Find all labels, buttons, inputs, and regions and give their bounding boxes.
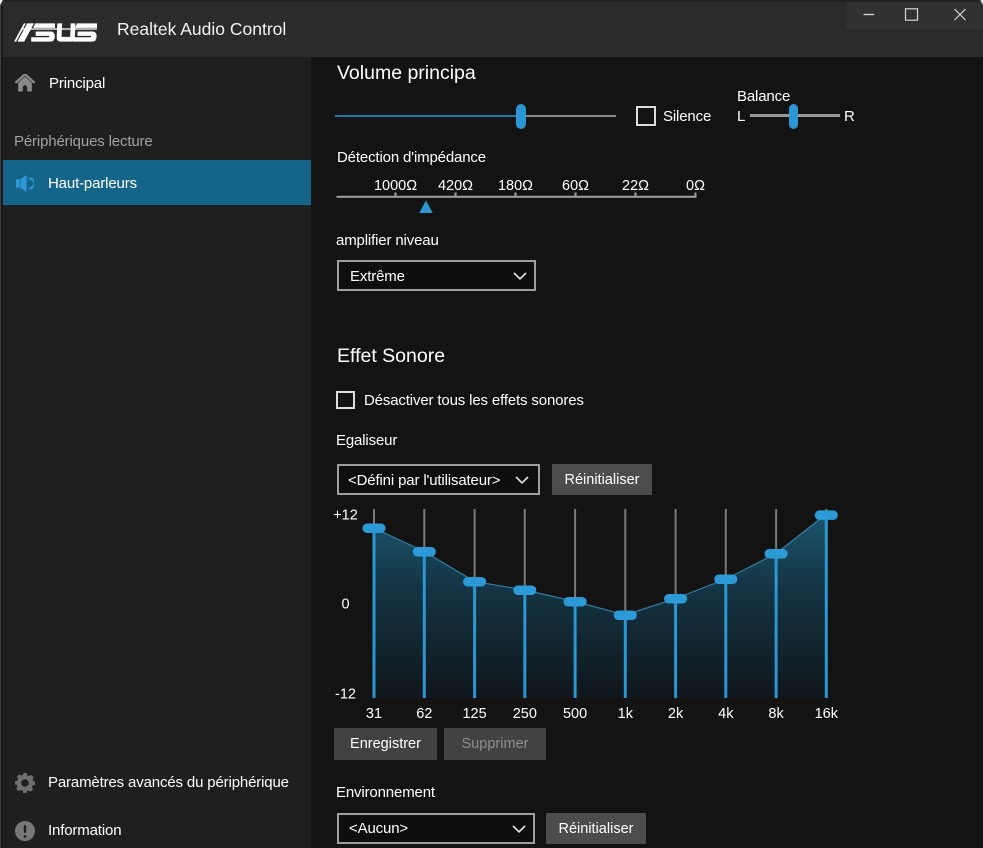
svg-text:2k: 2k xyxy=(668,706,684,722)
svg-text:62: 62 xyxy=(416,706,432,722)
svg-text:8k: 8k xyxy=(768,706,784,722)
svg-text:180Ω: 180Ω xyxy=(498,178,533,194)
svg-text:420Ω: 420Ω xyxy=(438,178,473,194)
svg-text:500: 500 xyxy=(563,706,587,722)
svg-text:-12: -12 xyxy=(335,687,356,703)
svg-text:250: 250 xyxy=(513,706,537,722)
svg-text:4k: 4k xyxy=(718,706,734,722)
svg-text:60Ω: 60Ω xyxy=(562,178,589,194)
svg-text:125: 125 xyxy=(462,706,486,722)
svg-text:1000Ω: 1000Ω xyxy=(374,178,417,194)
svg-text:16k: 16k xyxy=(815,706,839,722)
svg-text:0: 0 xyxy=(341,597,349,613)
svg-text:1k: 1k xyxy=(618,706,634,722)
svg-text:22Ω: 22Ω xyxy=(622,178,649,194)
svg-text:+12: +12 xyxy=(333,508,358,524)
svg-text:0Ω: 0Ω xyxy=(686,178,705,194)
svg-text:31: 31 xyxy=(366,706,382,722)
